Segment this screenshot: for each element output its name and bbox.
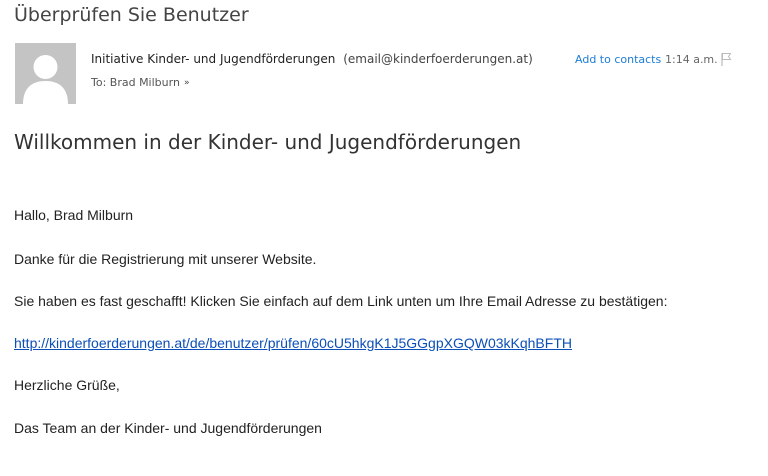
instruction-text: Sie haben es fast geschafft! Klicken Sie… [14,293,668,309]
sender-line: Initiative Kinder- und Jugendförderungen… [91,52,533,66]
email-subject: Überprüfen Sie Benutzer [14,4,249,26]
greeting-text: Hallo, Brad Milburn [14,207,134,223]
received-time: 1:14 a.m. [665,53,718,66]
verification-link[interactable]: http://kinderfoerderungen.at/de/benutzer… [14,335,572,351]
sender-avatar [15,43,76,104]
closing-text: Herzliche Grüße, [14,377,120,393]
message-headline: Willkommen in der Kinder- und Jugendförd… [14,130,522,154]
email-view: Überprüfen Sie Benutzer Initiative Kinde… [0,0,768,476]
flag-icon[interactable] [720,52,732,66]
user-silhouette-icon [15,43,76,104]
verification-link-paragraph: http://kinderfoerderungen.at/de/benutzer… [14,335,572,351]
chevron-double-down-icon[interactable]: » [184,78,190,88]
signature-text: Das Team an der Kinder- und Jugendförder… [14,420,322,436]
sender-email: (email@kinderfoerderungen.at) [343,52,533,66]
thanks-text: Danke für die Registrierung mit unserer … [14,251,317,267]
sender-name[interactable]: Initiative Kinder- und Jugendförderungen [91,52,335,66]
recipient-label: To: Brad Milburn [91,76,180,89]
recipient-line: To: Brad Milburn » [91,76,189,89]
add-to-contacts-link[interactable]: Add to contacts [575,53,661,66]
